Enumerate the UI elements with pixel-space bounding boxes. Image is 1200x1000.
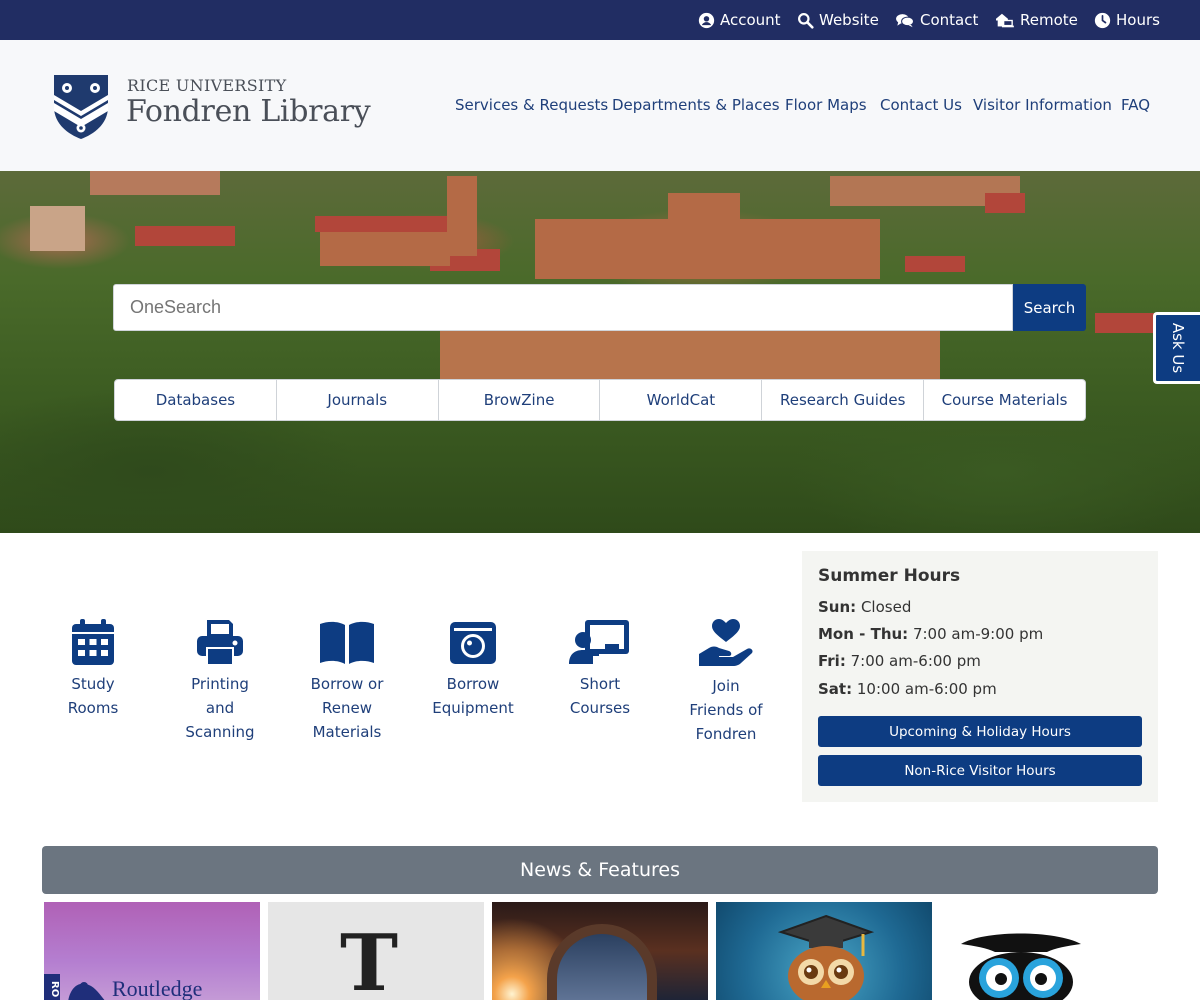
search-icon bbox=[798, 12, 814, 29]
routledge-text: Routledge bbox=[112, 976, 203, 1000]
account-link[interactable]: Account bbox=[698, 0, 781, 40]
site-header: RICE UNIVERSITY Fondren Library Services… bbox=[0, 40, 1200, 171]
service-friends-of-fondren[interactable]: Join Friends of Fondren bbox=[671, 618, 781, 746]
account-label: Account bbox=[720, 11, 781, 29]
service-borrow-renew[interactable]: Borrow or Renew Materials bbox=[292, 618, 402, 744]
comments-icon bbox=[896, 13, 915, 27]
graduate-owl-icon bbox=[777, 914, 875, 1000]
service-label: Borrow or Renew Materials bbox=[310, 675, 384, 741]
stone-archway bbox=[547, 924, 657, 1000]
service-label: Short Courses bbox=[569, 675, 631, 717]
hours-row-sunday: Sun: Closed bbox=[818, 598, 912, 616]
service-borrow-equipment[interactable]: Borrow Equipment bbox=[418, 618, 528, 720]
onesearch-input[interactable] bbox=[113, 284, 1013, 331]
campus-building bbox=[668, 193, 740, 233]
nytimes-logo: T bbox=[340, 918, 399, 1000]
open-book-icon bbox=[320, 621, 374, 664]
hours-row-saturday: Sat: 10:00 am-6:00 pm bbox=[818, 680, 997, 698]
camera-icon bbox=[450, 622, 496, 664]
user-circle-icon bbox=[698, 12, 715, 28]
quicklink-course-materials[interactable]: Course Materials bbox=[924, 380, 1085, 420]
website-search-link[interactable]: Website bbox=[797, 0, 879, 40]
teacher-icon bbox=[569, 620, 629, 664]
campus-building bbox=[90, 171, 220, 195]
contact-label: Contact bbox=[920, 11, 979, 29]
contact-link[interactable]: Contact bbox=[895, 0, 978, 40]
hours-row-mon-thu: Mon - Thu: 7:00 am-9:00 pm bbox=[818, 625, 1044, 643]
nav-faq[interactable]: FAQ bbox=[1121, 96, 1150, 114]
hours-row-friday: Fri: 7:00 am-6:00 pm bbox=[818, 652, 981, 670]
campus-tower bbox=[447, 176, 477, 256]
search-button[interactable]: Search bbox=[1013, 284, 1086, 331]
utility-bar: Account Website Contact Remote Hours bbox=[0, 0, 1200, 40]
remote-label: Remote bbox=[1020, 11, 1078, 29]
news-card-portal-image[interactable] bbox=[492, 902, 708, 1000]
remote-link[interactable]: Remote bbox=[994, 0, 1078, 40]
hours-link[interactable]: Hours bbox=[1094, 0, 1160, 40]
quicklink-research-guides[interactable]: Research Guides bbox=[762, 380, 925, 420]
campus-building bbox=[30, 206, 85, 251]
nav-contact-us[interactable]: Contact Us bbox=[880, 96, 962, 114]
hero-campus-image: Search Databases Journals BrowZine World… bbox=[0, 171, 1200, 533]
campus-roof bbox=[1095, 313, 1155, 333]
campus-roof bbox=[905, 256, 965, 272]
service-label: Printing and Scanning bbox=[185, 675, 255, 741]
service-short-courses[interactable]: Short Courses bbox=[545, 618, 655, 720]
library-name: Fondren Library bbox=[126, 94, 371, 129]
news-card-nytimes[interactable]: T bbox=[268, 902, 484, 1000]
news-card-owl-graduate[interactable] bbox=[716, 902, 932, 1000]
quicklink-journals[interactable]: Journals bbox=[277, 380, 439, 420]
campus-roof bbox=[985, 193, 1025, 213]
routledge-bird-icon bbox=[68, 982, 105, 1000]
quicklink-worldcat[interactable]: WorldCat bbox=[600, 380, 763, 420]
summer-hours-panel: Summer Hours Sun: Closed Mon - Thu: 7:00… bbox=[802, 551, 1158, 802]
service-study-rooms[interactable]: Study Rooms bbox=[38, 618, 148, 720]
nav-services-requests[interactable]: Services & Requests bbox=[455, 96, 608, 114]
routledge-spine: RO bbox=[44, 974, 60, 1000]
owl-mascot-icon bbox=[961, 933, 1081, 1000]
nav-departments-places[interactable]: Departments & Places bbox=[612, 96, 780, 114]
news-features-header: News & Features bbox=[42, 846, 1158, 894]
university-name: RICE UNIVERSITY bbox=[127, 76, 287, 95]
ask-us-tab[interactable]: Ask Us bbox=[1153, 312, 1200, 384]
quicklink-databases[interactable]: Databases bbox=[115, 380, 277, 420]
hours-title: Summer Hours bbox=[818, 566, 961, 586]
service-label: Study Rooms bbox=[67, 675, 119, 717]
hours-label: Hours bbox=[1116, 11, 1160, 29]
laptop-house-icon bbox=[996, 13, 1014, 27]
news-card-owl-mascot[interactable] bbox=[940, 902, 1156, 1000]
search-quicklinks: Databases Journals BrowZine WorldCat Res… bbox=[114, 379, 1086, 421]
rice-shield-icon bbox=[54, 75, 108, 139]
service-label: Join Friends of Fondren bbox=[689, 677, 763, 743]
clock-icon bbox=[1094, 12, 1111, 28]
calendar-icon bbox=[72, 619, 114, 665]
printer-icon bbox=[197, 620, 243, 666]
fondren-logo[interactable]: RICE UNIVERSITY Fondren Library bbox=[52, 73, 382, 143]
website-label: Website bbox=[819, 11, 879, 29]
service-printing-scanning[interactable]: Printing and Scanning bbox=[165, 618, 275, 744]
campus-roof bbox=[315, 216, 450, 232]
service-label: Borrow Equipment bbox=[432, 675, 514, 717]
news-card-routledge[interactable]: RO Routledge bbox=[44, 902, 260, 1000]
upcoming-holiday-hours-button[interactable]: Upcoming & Holiday Hours bbox=[818, 716, 1142, 747]
nav-floor-maps[interactable]: Floor Maps bbox=[785, 96, 867, 114]
hand-heart-icon bbox=[699, 619, 753, 666]
ask-us-label: Ask Us bbox=[1169, 322, 1187, 374]
quicklink-browzine[interactable]: BrowZine bbox=[439, 380, 601, 420]
campus-roof bbox=[135, 226, 235, 246]
non-rice-visitor-hours-button[interactable]: Non-Rice Visitor Hours bbox=[818, 755, 1142, 786]
nav-visitor-information[interactable]: Visitor Information bbox=[973, 96, 1112, 114]
